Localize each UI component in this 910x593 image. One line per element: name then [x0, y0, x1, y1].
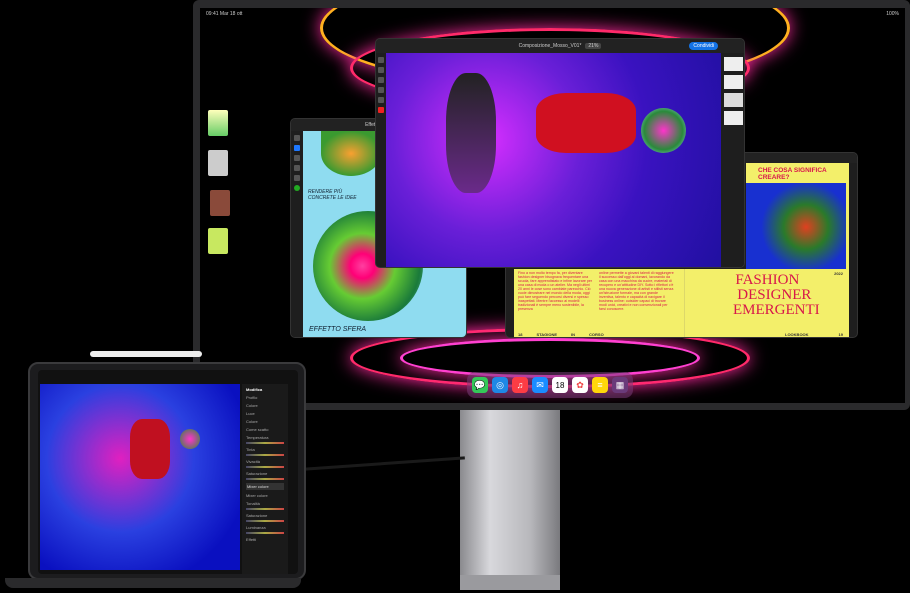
layer-thumb[interactable]	[724, 93, 743, 107]
slider-label: Temperatura	[246, 435, 269, 440]
messages-icon[interactable]: 💬	[472, 377, 488, 393]
ps-zoom-level[interactable]: 21%	[585, 43, 602, 49]
mixer-saturation-slider[interactable]	[246, 520, 284, 522]
photoshop-window[interactable]: Composizione_Mosso_V01* 21% Condividi	[375, 38, 745, 268]
safari-icon[interactable]: ◎	[492, 377, 508, 393]
figure-red-jacket	[130, 419, 170, 479]
footer-word: IN	[571, 332, 576, 337]
notes-icon[interactable]: ≡	[592, 377, 608, 393]
mail-icon[interactable]: ✉	[532, 377, 548, 393]
footer-word: STAGIONE	[536, 332, 558, 337]
luminance-slider[interactable]	[246, 532, 284, 534]
stage-thumb-music[interactable]	[210, 190, 230, 216]
layer-thumb[interactable]	[724, 75, 743, 89]
figure-red-jacket	[536, 93, 636, 153]
body-column-2: online permette a giovani talenti di rag…	[599, 271, 674, 311]
footer-left: 18 STAGIONE IN CORSO	[518, 332, 604, 337]
stage-thumb-files[interactable]	[208, 150, 228, 176]
figure-dancer	[446, 73, 496, 193]
stage-thumb-fresco[interactable]	[208, 110, 228, 136]
magic-keyboard	[5, 578, 301, 588]
dock: 💬 ◎ ♫ ✉ 18 ✿ ≡ ▦	[467, 372, 633, 398]
app-library-icon[interactable]: ▦	[612, 377, 628, 393]
panel-title: Modifica	[246, 387, 263, 392]
slider-label: Vivacità	[246, 459, 260, 464]
slider-label: Tonalità	[246, 501, 260, 506]
status-battery: 100%	[886, 11, 899, 17]
page-number-right: 19	[838, 332, 843, 337]
lasso-tool-icon[interactable]	[378, 77, 384, 83]
ipad: Modifica Profilo Colore Luce Colore Come…	[28, 362, 306, 580]
footer-right: LOOKBOOK	[785, 332, 809, 337]
photos-icon[interactable]: ✿	[572, 377, 588, 393]
thunderbolt-cable	[305, 456, 465, 471]
monitor-stand-base	[460, 575, 560, 590]
calendar-icon[interactable]: 18	[552, 377, 568, 393]
temperature-slider[interactable]	[246, 442, 284, 444]
section-color[interactable]: Colore	[246, 419, 284, 424]
slider-label: Saturazione	[246, 471, 268, 476]
photoshop-titlebar: Composizione_Mosso_V01* 21% Condividi	[376, 39, 744, 53]
headline-line: DESIGNER	[737, 287, 812, 303]
mixer-button[interactable]: Mixer colore	[246, 483, 284, 490]
year: 2022	[834, 271, 843, 276]
status-time: 09:41 Mar 18 ott	[206, 11, 243, 17]
slider-label: Luminanza	[246, 525, 266, 530]
caption-bottom: EFFETTO SFERA	[309, 326, 367, 333]
lightroom-photo[interactable]	[40, 384, 240, 570]
saturation-slider[interactable]	[246, 478, 284, 480]
wb-select[interactable]: Come scatto	[246, 427, 284, 432]
pixel-brush-icon[interactable]	[294, 145, 300, 151]
eraser-icon[interactable]	[294, 175, 300, 181]
slider-label: Saturazione	[246, 513, 268, 518]
footer-word: CORSO	[589, 332, 604, 337]
caption-top: RENDERE PIÙ CONCRETE LE IDEE	[308, 189, 357, 201]
fresco-toolbar	[291, 131, 303, 337]
brush-tool-icon[interactable]	[378, 87, 384, 93]
sphere-art-small	[321, 131, 381, 176]
color-swatch-icon[interactable]	[378, 107, 384, 113]
headline-line: FASHION	[735, 272, 800, 288]
headline-line: EMERGENTI	[733, 302, 820, 318]
cover-photo	[746, 183, 846, 271]
ipad-screen: Modifica Profilo Colore Luce Colore Come…	[38, 370, 298, 574]
cover-title: CHE COSA SIGNIFICA CREARE?	[758, 167, 827, 181]
select-tool-icon[interactable]	[378, 67, 384, 73]
section-light[interactable]: Luce	[246, 411, 284, 416]
section-effects[interactable]: Effetti	[246, 537, 284, 542]
vibrance-slider[interactable]	[246, 466, 284, 468]
hue-slider[interactable]	[246, 508, 284, 510]
layer-thumb[interactable]	[724, 57, 743, 71]
profile-value[interactable]: Colore	[246, 403, 284, 408]
body-column-1: Fino a non molto tempo fa, per diventare…	[518, 271, 593, 311]
magazine-spread: Fino a non molto tempo fa, per diventare…	[514, 269, 849, 337]
monitor-stand	[460, 410, 560, 590]
vector-brush-icon[interactable]	[294, 165, 300, 171]
move-tool-icon[interactable]	[378, 57, 384, 63]
mixer-label: Mixer colore	[246, 493, 268, 498]
color-swatch-icon[interactable]	[294, 185, 300, 191]
ps-layers-panel[interactable]	[721, 53, 744, 267]
music-icon[interactable]: ♫	[512, 377, 528, 393]
sphere-art	[180, 429, 200, 449]
apple-pencil	[90, 351, 202, 357]
magazine-cover: CHE COSA SIGNIFICA CREARE?	[746, 163, 849, 271]
headline: FASHION DESIGNER EMERGENTI	[715, 273, 820, 318]
layer-thumb[interactable]	[724, 111, 743, 125]
sphere-art	[641, 108, 686, 153]
stage-thumb-notes[interactable]	[208, 228, 228, 254]
page-number-left: 18	[518, 332, 523, 337]
ps-doc-title[interactable]: Composizione_Mosso_V01*	[519, 43, 582, 49]
tint-slider[interactable]	[246, 454, 284, 456]
slider-label: Tinta	[246, 447, 255, 452]
ps-canvas-artwork[interactable]	[386, 53, 721, 267]
lightroom-edit-panel: Modifica Profilo Colore Luce Colore Come…	[242, 384, 288, 574]
ps-toolbar	[376, 53, 386, 267]
type-tool-icon[interactable]	[378, 97, 384, 103]
share-button[interactable]: Condividi	[689, 42, 718, 50]
live-brush-icon[interactable]	[294, 155, 300, 161]
profile-label: Profilo	[246, 395, 258, 400]
brush-tool-icon[interactable]	[294, 135, 300, 141]
